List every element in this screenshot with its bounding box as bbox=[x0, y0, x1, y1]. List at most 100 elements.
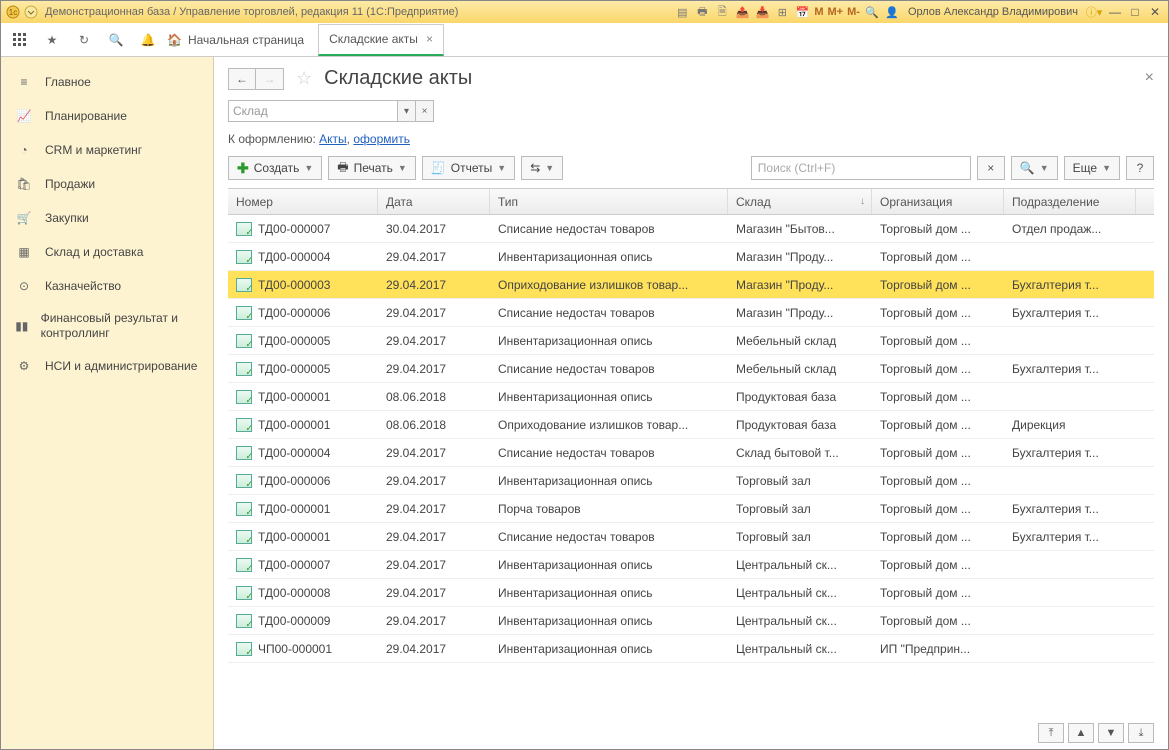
print-preview-icon[interactable]: ▤ bbox=[673, 3, 691, 21]
table-row[interactable]: ТД00-00000629.04.2017Списание недостач т… bbox=[228, 299, 1154, 327]
bars-icon: ▮▮ bbox=[15, 317, 29, 335]
document-icon[interactable]: 🗎 bbox=[713, 3, 731, 21]
col-warehouse[interactable]: Склад↓ bbox=[728, 189, 872, 214]
sidebar: ≡Главное 📈Планирование ◔CRM и маркетинг … bbox=[1, 57, 214, 749]
tab-close-icon[interactable]: × bbox=[426, 32, 433, 46]
combo-clear-button[interactable]: × bbox=[416, 100, 434, 122]
table-nav: ⤒ ▲ ▼ ⤓ bbox=[1038, 723, 1154, 743]
table-row[interactable]: ТД00-00000429.04.2017Списание недостач т… bbox=[228, 439, 1154, 467]
memory-m[interactable]: M bbox=[814, 6, 823, 18]
doc-status-icon bbox=[236, 530, 252, 544]
find-button[interactable]: 🔍▼ bbox=[1011, 156, 1058, 180]
table-row[interactable]: ТД00-00000730.04.2017Списание недостач т… bbox=[228, 215, 1154, 243]
sort-down-icon: ↓ bbox=[860, 196, 865, 207]
memory-mplus[interactable]: M+ bbox=[828, 6, 844, 18]
table-row[interactable]: ТД00-00000929.04.2017Инвентаризационная … bbox=[228, 607, 1154, 635]
report-icon: 🧾 bbox=[431, 161, 446, 175]
table-row[interactable]: ТД00-00000629.04.2017Инвентаризационная … bbox=[228, 467, 1154, 495]
sidebar-item-crm[interactable]: ◔CRM и маркетинг bbox=[1, 133, 213, 167]
home-tab[interactable]: 🏠 Начальная страница bbox=[167, 33, 304, 47]
calendar-icon[interactable]: 📅 bbox=[793, 3, 811, 21]
menu-lines-icon: ≡ bbox=[15, 73, 33, 91]
bag-icon: 🛍 bbox=[15, 175, 33, 193]
help-button[interactable]: ? bbox=[1126, 156, 1154, 180]
sidebar-item-sales[interactable]: 🛍Продажи bbox=[1, 167, 213, 201]
nav-last-button[interactable]: ⤓ bbox=[1128, 723, 1154, 743]
col-dept[interactable]: Подразделение bbox=[1004, 189, 1136, 214]
tab-label: Складские акты bbox=[329, 32, 418, 46]
user-name[interactable]: Орлов Александр Владимирович bbox=[908, 6, 1078, 18]
minimize-button[interactable]: — bbox=[1106, 4, 1124, 20]
sidebar-item-treasury[interactable]: ⊙Казначейство bbox=[1, 269, 213, 303]
forward-button[interactable]: → bbox=[256, 68, 284, 90]
home-label: Начальная страница bbox=[188, 33, 304, 47]
pending-row: К оформлению: Акты, оформить bbox=[214, 126, 1168, 152]
search-icon[interactable]: 🔍 bbox=[103, 27, 129, 53]
close-button[interactable]: ✕ bbox=[1146, 4, 1164, 20]
combo-dropdown-button[interactable]: ▾ bbox=[398, 100, 416, 122]
memory-mminus[interactable]: M- bbox=[847, 6, 860, 18]
link-create[interactable]: оформить bbox=[353, 132, 410, 146]
table-row[interactable]: ТД00-00000829.04.2017Инвентаризационная … bbox=[228, 579, 1154, 607]
nav-first-button[interactable]: ⤒ bbox=[1038, 723, 1064, 743]
zoom-icon[interactable]: 🔍 bbox=[863, 3, 881, 21]
history-icon[interactable]: ↻ bbox=[71, 27, 97, 53]
nav-up-button[interactable]: ▲ bbox=[1068, 723, 1094, 743]
bell-icon[interactable]: 🔔 bbox=[135, 27, 161, 53]
sidebar-item-purchases[interactable]: 🛒Закупки bbox=[1, 201, 213, 235]
table-row[interactable]: ТД00-00000108.06.2018Оприходование излиш… bbox=[228, 411, 1154, 439]
apps-grid-icon[interactable] bbox=[7, 27, 33, 53]
doc-status-icon bbox=[236, 586, 252, 600]
pie-icon: ◔ bbox=[15, 141, 33, 159]
table-row[interactable]: ТД00-00000329.04.2017Оприходование излиш… bbox=[228, 271, 1154, 299]
col-org[interactable]: Организация bbox=[872, 189, 1004, 214]
table-row[interactable]: ТД00-00000529.04.2017Списание недостач т… bbox=[228, 355, 1154, 383]
sidebar-item-admin[interactable]: ⚙НСИ и администрирование bbox=[1, 349, 213, 383]
printer-icon: 🖶 bbox=[337, 158, 348, 179]
user-icon[interactable]: 👤 bbox=[883, 3, 901, 21]
nav-down-button[interactable]: ▼ bbox=[1098, 723, 1124, 743]
sidebar-item-planning[interactable]: 📈Планирование bbox=[1, 99, 213, 133]
calculator-icon[interactable]: ⊞ bbox=[773, 3, 791, 21]
table-row[interactable]: ТД00-00000129.04.2017Порча товаровТоргов… bbox=[228, 495, 1154, 523]
edi-button[interactable]: ⇆▼ bbox=[521, 156, 563, 180]
table-row[interactable]: ТД00-00000729.04.2017Инвентаризационная … bbox=[228, 551, 1154, 579]
more-button[interactable]: Еще▼ bbox=[1064, 156, 1120, 180]
table-row[interactable]: ТД00-00000529.04.2017Инвентаризационная … bbox=[228, 327, 1154, 355]
table-header: Номер Дата Тип Склад↓ Организация Подраз… bbox=[228, 189, 1154, 215]
col-type[interactable]: Тип bbox=[490, 189, 728, 214]
gear-icon: ⚙ bbox=[15, 357, 33, 375]
sidebar-item-main[interactable]: ≡Главное bbox=[1, 65, 213, 99]
create-button[interactable]: ✚Создать▼ bbox=[228, 156, 322, 180]
tab-warehouse-acts[interactable]: Складские акты × bbox=[318, 24, 444, 56]
col-number[interactable]: Номер bbox=[228, 189, 378, 214]
dropdown-icon[interactable] bbox=[23, 4, 39, 20]
print-icon[interactable]: 🖶 bbox=[693, 3, 711, 21]
search-clear-button[interactable]: × bbox=[977, 156, 1005, 180]
table-row[interactable]: ТД00-00000429.04.2017Инвентаризационная … bbox=[228, 243, 1154, 271]
maximize-button[interactable]: □ bbox=[1126, 4, 1144, 20]
table-body[interactable]: ТД00-00000730.04.2017Списание недостач т… bbox=[228, 215, 1154, 749]
info-icon[interactable]: ⓘ▾ bbox=[1085, 3, 1103, 21]
panel-close-icon[interactable]: × bbox=[1145, 69, 1154, 87]
warehouse-filter-combo[interactable]: Склад bbox=[228, 100, 398, 122]
plus-icon: ✚ bbox=[237, 160, 249, 177]
sidebar-item-finance[interactable]: ▮▮Финансовый результат и контроллинг bbox=[1, 303, 213, 349]
doc-status-icon bbox=[236, 390, 252, 404]
reports-button[interactable]: 🧾Отчеты▼ bbox=[422, 156, 515, 180]
back-button[interactable]: ← bbox=[228, 68, 256, 90]
table-row[interactable]: ТД00-00000129.04.2017Списание недостач т… bbox=[228, 523, 1154, 551]
col-date[interactable]: Дата bbox=[378, 189, 490, 214]
sidebar-item-warehouse[interactable]: ▦Склад и доставка bbox=[1, 235, 213, 269]
print-button[interactable]: 🖶Печать▼ bbox=[328, 156, 416, 180]
clipboard-in-icon[interactable]: 📥 bbox=[753, 3, 771, 21]
search-input[interactable]: Поиск (Ctrl+F) bbox=[751, 156, 971, 180]
star-icon[interactable]: ★ bbox=[39, 27, 65, 53]
favorite-star-icon[interactable]: ☆ bbox=[296, 68, 312, 89]
table-row[interactable]: ЧП00-00000129.04.2017Инвентаризационная … bbox=[228, 635, 1154, 663]
doc-status-icon bbox=[236, 474, 252, 488]
clipboard-out-icon[interactable]: 📤 bbox=[733, 3, 751, 21]
table-row[interactable]: ТД00-00000108.06.2018Инвентаризационная … bbox=[228, 383, 1154, 411]
coin-icon: ⊙ bbox=[15, 277, 33, 295]
link-acts[interactable]: Акты bbox=[319, 132, 347, 146]
